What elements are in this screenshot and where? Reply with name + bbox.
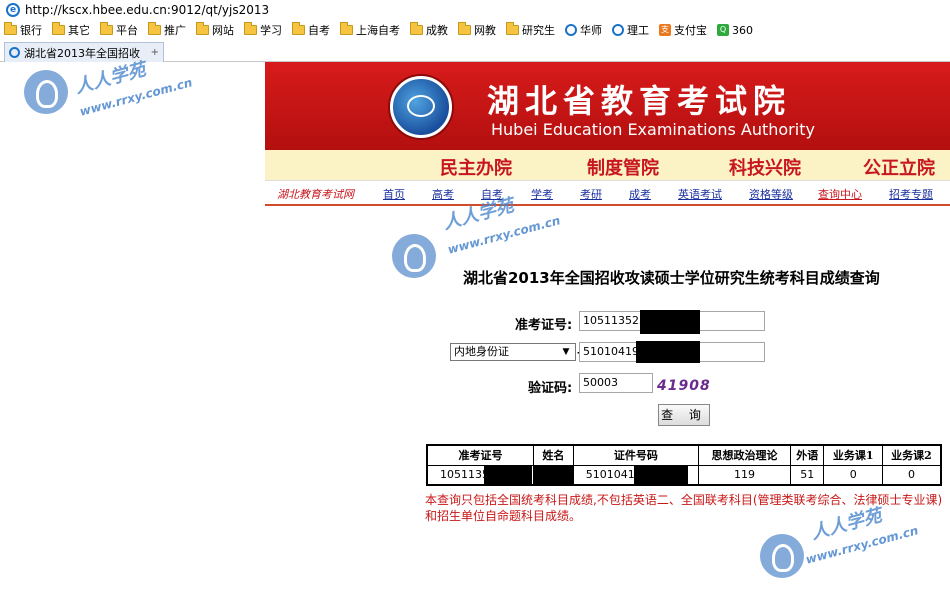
cell-course1: 0 xyxy=(823,464,883,486)
results-table: 准考证号 姓名 证件号码 思想政治理论 外语 业务课1 业务课2 1051135… xyxy=(426,444,942,486)
bookmark-other[interactable]: 其它 xyxy=(52,22,90,38)
page-title: 湖北省2013年全国招收攻读硕士学位研究生统考科目成绩查询 xyxy=(463,269,880,287)
bookmark-alipay[interactable]: 支支付宝 xyxy=(659,22,707,38)
captcha-input[interactable]: 50003 xyxy=(579,373,653,393)
site-banner: 湖北省教育考试院 Hubei Education Examinations Au… xyxy=(265,62,950,150)
ie-tab-icon xyxy=(9,47,20,58)
nav-home[interactable]: 首页 xyxy=(383,186,405,202)
bookmark-shanghai-self-exam[interactable]: 上海自考 xyxy=(340,22,400,38)
table-row: 10511352 510104197 119 51 0 0 xyxy=(426,464,942,486)
nav-gaokao[interactable]: 高考 xyxy=(432,186,454,202)
ie-icon xyxy=(565,24,577,36)
bookmark-huashi[interactable]: 华师 xyxy=(565,22,602,38)
watermark-logo-icon xyxy=(392,234,436,278)
folder-icon xyxy=(458,22,471,35)
bookmark-website[interactable]: 网站 xyxy=(196,22,234,38)
new-tab-icon[interactable]: + xyxy=(151,47,159,58)
cell-foreign-language: 51 xyxy=(790,464,825,486)
col-politics: 思想政治理论 xyxy=(698,444,792,466)
nav-chengkao[interactable]: 成考 xyxy=(629,186,651,202)
col-foreign-language: 外语 xyxy=(790,444,825,466)
redaction-mask xyxy=(534,465,575,486)
exam-id-label: 准考证号: xyxy=(515,318,573,333)
bookmark-platform[interactable]: 平台 xyxy=(100,22,138,38)
bookmark-360[interactable]: Q 360 xyxy=(717,24,753,37)
nav-kaoyan[interactable]: 考研 xyxy=(580,186,602,202)
bookmark-ligong[interactable]: 理工 xyxy=(612,22,649,38)
captcha-image[interactable]: 41908 xyxy=(657,378,711,394)
slogan-strip: 民主办院 制度管院 科技兴院 公正立院 xyxy=(265,150,950,180)
authority-logo-icon xyxy=(390,76,452,138)
ie-browser-icon: e xyxy=(6,3,20,17)
table-header-row: 准考证号 姓名 证件号码 思想政治理论 外语 业务课1 业务课2 xyxy=(426,444,942,466)
folder-icon xyxy=(4,22,17,35)
cell-course2: 0 xyxy=(881,464,942,486)
folder-icon xyxy=(196,22,209,35)
bookmark-study[interactable]: 学习 xyxy=(244,22,282,38)
cell-name xyxy=(533,464,575,486)
folder-icon xyxy=(506,22,519,35)
bookmark-graduate[interactable]: 研究生 xyxy=(506,22,555,38)
nav-qualification[interactable]: 资格等级 xyxy=(749,186,793,202)
redaction-mask xyxy=(484,465,532,486)
slogan-3: 科技兴院 xyxy=(729,158,801,179)
col-name: 姓名 xyxy=(533,444,574,466)
redaction-mask xyxy=(636,341,700,363)
captcha-label: 验证码: xyxy=(528,381,573,396)
nav-xuekao[interactable]: 学考 xyxy=(531,186,553,202)
redaction-mask xyxy=(633,465,688,486)
id-type-select[interactable]: 内地身份证 ▼ xyxy=(450,343,576,361)
bookmark-self-exam[interactable]: 自考 xyxy=(292,22,330,38)
slogan-2: 制度管院 xyxy=(587,158,659,179)
folder-icon xyxy=(244,22,257,35)
folder-icon xyxy=(340,22,353,35)
folder-icon xyxy=(52,22,65,35)
bookmark-adult-edu[interactable]: 成教 xyxy=(410,22,448,38)
folder-icon xyxy=(100,22,113,35)
address-bar[interactable]: e http://kscx.hbee.edu.cn:9012/qt/yjs201… xyxy=(0,0,950,20)
col-course2: 业务课2 xyxy=(881,444,942,466)
nav-english-exam[interactable]: 英语考试 xyxy=(678,186,722,202)
cell-exam-id: 10511352 xyxy=(426,464,535,486)
banner-title-cn: 湖北省教育考试院 xyxy=(487,82,792,120)
slogan-1: 民主办院 xyxy=(440,158,512,179)
redaction-mask xyxy=(640,310,700,334)
nav-query-center[interactable]: 查询中心 xyxy=(818,186,862,202)
folder-icon xyxy=(148,22,161,35)
nav-site-name[interactable]: 湖北教育考试网 xyxy=(277,186,354,202)
url-text[interactable]: http://kscx.hbee.edu.cn:9012/qt/yjs2013 xyxy=(25,3,269,17)
col-exam-id: 准考证号 xyxy=(426,444,535,466)
main-nav: 湖北教育考试网 首页 高考 自考 学考 考研 成考 英语考试 资格等级 查询中心… xyxy=(265,180,950,206)
col-course1: 业务课1 xyxy=(823,444,883,466)
banner-title-en: Hubei Education Examinations Authority xyxy=(491,120,815,139)
ie-icon xyxy=(612,24,624,36)
alipay-icon: 支 xyxy=(659,24,671,36)
nav-special[interactable]: 招考专题 xyxy=(889,186,933,202)
cell-id-number: 510104197 xyxy=(572,464,700,486)
bookmark-online-edu[interactable]: 网教 xyxy=(458,22,496,38)
watermark-logo-icon xyxy=(24,70,68,114)
folder-icon xyxy=(410,22,423,35)
watermark-logo-icon xyxy=(760,534,804,578)
bookmark-bank[interactable]: 银行 xyxy=(4,22,42,38)
query-button[interactable]: 查 询 xyxy=(658,404,710,426)
folder-icon xyxy=(292,22,305,35)
search-360-icon: Q xyxy=(717,24,729,36)
slogan-4: 公正立院 xyxy=(863,158,935,179)
col-id-number: 证件号码 xyxy=(572,444,700,466)
bookmarks-bar: 银行 其它 平台 推广 网站 学习 自考 上海自考 成教 网教 研究生 华师 理… xyxy=(0,20,950,40)
chevron-down-icon: ▼ xyxy=(562,347,570,357)
cell-politics: 119 xyxy=(698,464,792,486)
bookmark-promotion[interactable]: 推广 xyxy=(148,22,186,38)
